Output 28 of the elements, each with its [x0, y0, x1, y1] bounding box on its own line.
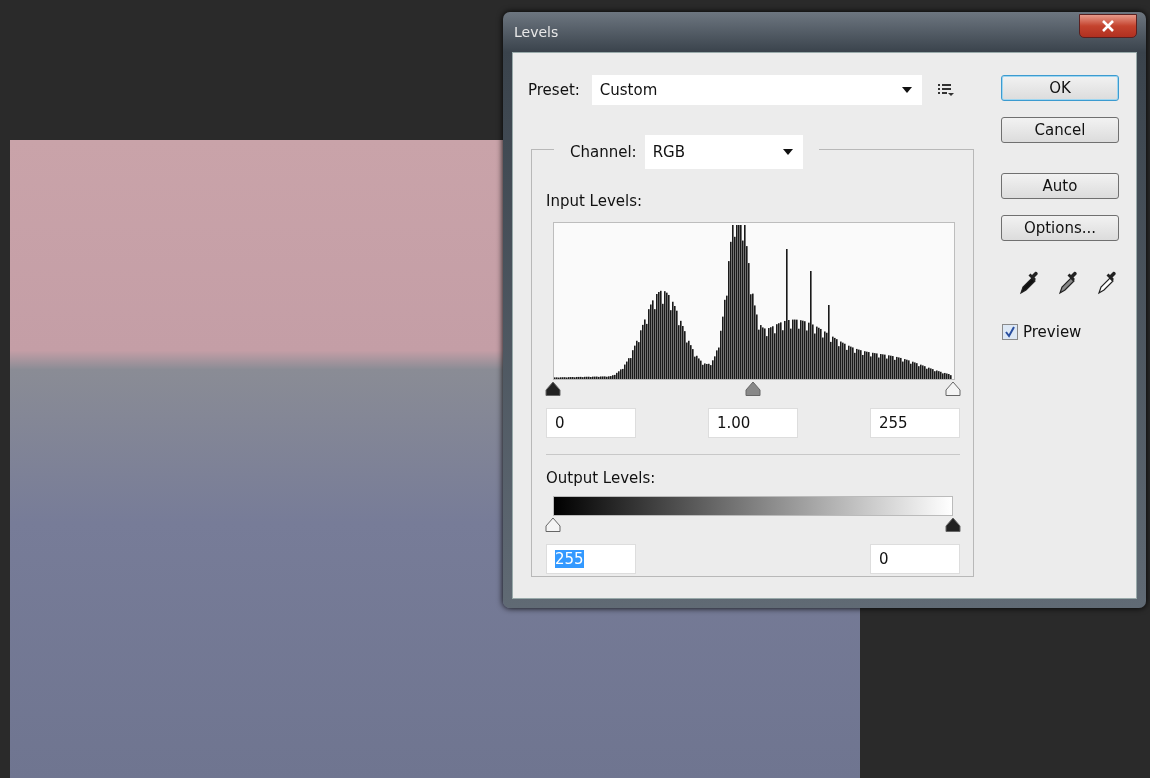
slider-thumb-icon[interactable] — [945, 516, 961, 532]
preset-dropdown[interactable]: Custom — [591, 75, 922, 105]
input-field[interactable]: 0 — [870, 544, 960, 574]
slider-thumb-icon[interactable] — [545, 516, 561, 532]
preview-label: Preview — [1023, 322, 1082, 343]
channel-label: Channel: — [570, 141, 637, 163]
menu-icon[interactable] — [937, 83, 954, 97]
slider-thumb-icon[interactable] — [745, 379, 761, 396]
close-icon — [1102, 20, 1114, 32]
slider-thumb-icon[interactable] — [545, 379, 561, 396]
preset-label: Preset: — [528, 79, 580, 101]
close-button[interactable] — [1079, 13, 1137, 38]
input-field[interactable]: 255 — [870, 407, 960, 438]
slider-thumb-icon[interactable] — [945, 379, 961, 396]
window-title: Levels — [514, 22, 559, 42]
channel-dropdown[interactable]: RGB — [644, 135, 803, 169]
eyedropper-icon[interactable] — [1019, 271, 1041, 295]
dialog-button[interactable]: Cancel — [1001, 117, 1119, 143]
eyedropper-icon[interactable] — [1058, 271, 1080, 295]
section-label: Output Levels: — [546, 467, 656, 489]
input-field[interactable]: 1.00 — [708, 407, 798, 438]
dialog-button[interactable]: Options... — [1001, 215, 1119, 241]
eyedropper-icon[interactable] — [1097, 271, 1119, 295]
dialog-button[interactable]: OK — [1001, 75, 1119, 101]
preview-checkbox[interactable] — [1002, 324, 1018, 341]
input-field[interactable]: 0 — [546, 407, 636, 438]
dialog-button[interactable]: Auto — [1001, 173, 1119, 199]
section-label: Input Levels: — [546, 191, 643, 212]
